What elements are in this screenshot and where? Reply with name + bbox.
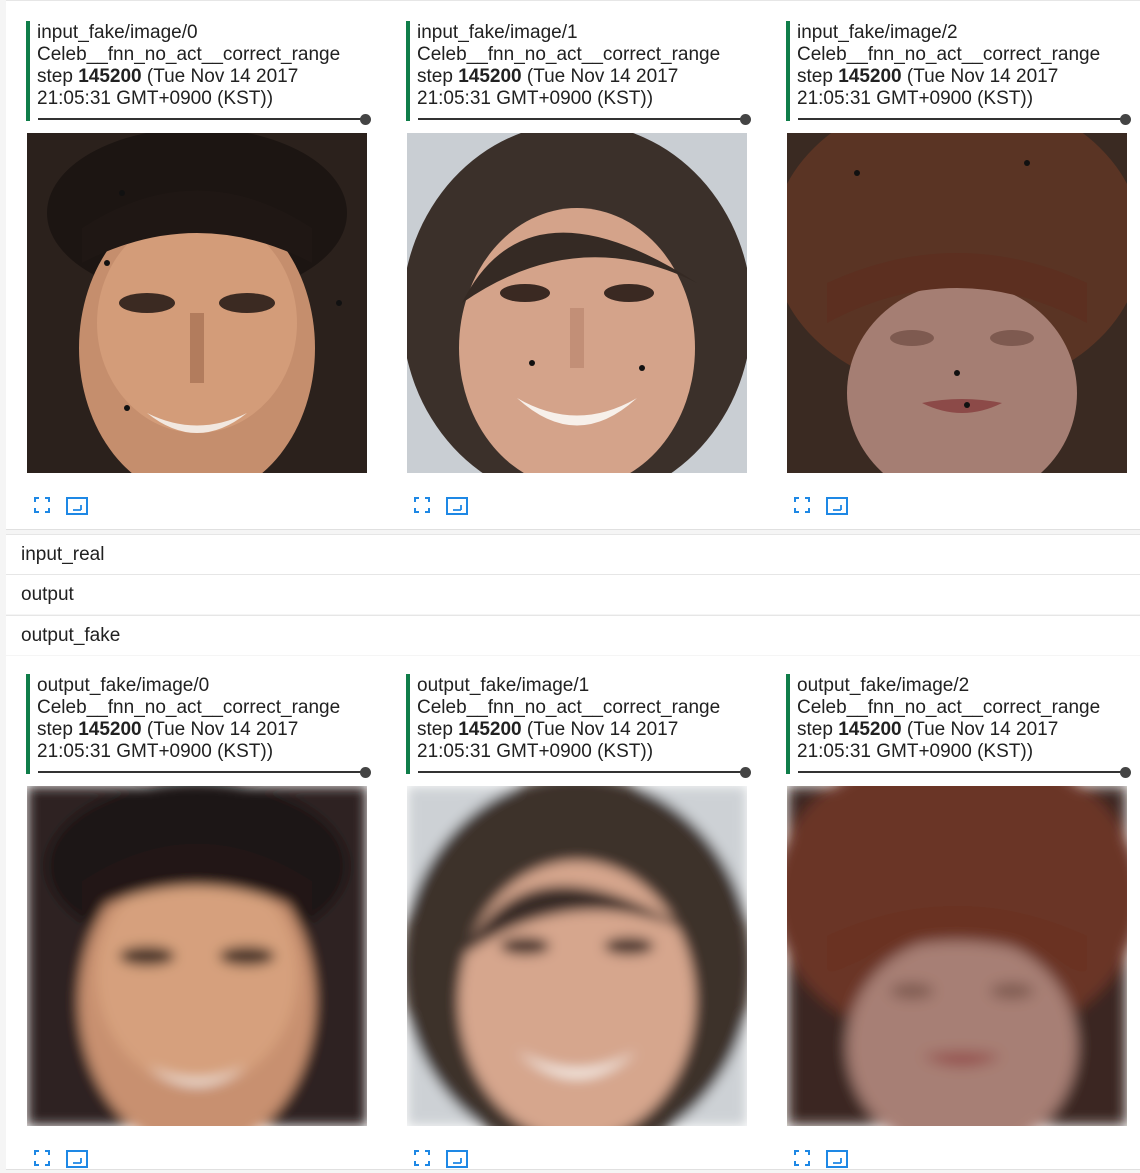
image-pane: input_fake/image/1 Celeb__fnn_no_act__co… [406,21,751,515]
image-pane: output_fake/image/1 Celeb__fnn_no_act__c… [406,674,751,1168]
category-input-real[interactable]: input_real [6,534,1140,574]
step-line: step 145200 (Tue Nov 14 2017 [37,66,299,87]
fullscreen-icon[interactable] [414,497,430,518]
slider-knob[interactable] [1120,767,1131,778]
category-output-fake[interactable]: output_fake [6,615,1140,655]
actual-size-icon[interactable] [826,497,848,520]
step-slider[interactable] [418,767,751,778]
step-line: step 145200 (Tue Nov 14 2017 [417,719,679,740]
step-line: step 145200 (Tue Nov 14 2017 [417,66,679,87]
slider-knob[interactable] [1120,114,1131,125]
fullscreen-icon[interactable] [34,497,50,518]
image-pane: output_fake/image/2 Celeb__fnn_no_act__c… [786,674,1131,1168]
slider-knob[interactable] [360,767,371,778]
input-fake-card: input_fake/image/0 Celeb__fnn_no_act__co… [6,0,1140,530]
step-value: 145200 [78,719,142,740]
slider-knob[interactable] [740,767,751,778]
timestamp: 21:05:31 GMT+0900 (KST)) [37,741,274,762]
face-image [407,133,747,473]
step-value: 145200 [458,66,522,87]
step-line: step 145200 (Tue Nov 14 2017 [797,66,1059,87]
image-tag: output_fake/image/1 [417,675,590,696]
slider-knob[interactable] [740,114,751,125]
image-tag: input_fake/image/2 [797,22,958,43]
run-name: Celeb__fnn_no_act__correct_range [417,697,721,718]
actual-size-icon[interactable] [446,497,468,520]
face-image [27,786,367,1126]
actual-size-icon[interactable] [66,497,88,520]
image-pane-header: input_fake/image/2 Celeb__fnn_no_act__co… [786,21,1131,125]
step-slider[interactable] [798,767,1131,778]
image-pane-header: output_fake/image/2 Celeb__fnn_no_act__c… [786,674,1131,778]
step-value: 145200 [838,66,902,87]
run-name: Celeb__fnn_no_act__correct_range [797,44,1101,65]
timestamp: 21:05:31 GMT+0900 (KST)) [417,88,654,109]
image-pane: input_fake/image/2 Celeb__fnn_no_act__co… [786,21,1131,515]
step-slider[interactable] [38,114,371,125]
run-name: Celeb__fnn_no_act__correct_range [797,697,1101,718]
image-pane-header: output_fake/image/0 Celeb__fnn_no_act__c… [26,674,371,778]
image-pane-header: input_fake/image/0 Celeb__fnn_no_act__co… [26,21,371,125]
face-image [407,786,747,1126]
step-value: 145200 [78,66,142,87]
step-slider[interactable] [418,114,751,125]
run-name: Celeb__fnn_no_act__correct_range [417,44,721,65]
run-name: Celeb__fnn_no_act__correct_range [37,44,341,65]
category-output[interactable]: output [6,574,1140,614]
step-slider[interactable] [38,767,371,778]
face-image [787,133,1127,473]
face-image [27,133,367,473]
image-pane: output_fake/image/0 Celeb__fnn_no_act__c… [26,674,371,1168]
image-pane: input_fake/image/0 Celeb__fnn_no_act__co… [26,21,371,515]
fullscreen-icon[interactable] [34,1150,50,1171]
image-tag: output_fake/image/0 [37,675,210,696]
face-image [787,786,1127,1126]
image-tag: input_fake/image/0 [37,22,198,43]
image-pane-header: output_fake/image/1 Celeb__fnn_no_act__c… [406,674,751,778]
step-slider[interactable] [798,114,1131,125]
timestamp: 21:05:31 GMT+0900 (KST)) [797,741,1034,762]
timestamp: 21:05:31 GMT+0900 (KST)) [37,88,274,109]
output-fake-card: output_fake/image/0 Celeb__fnn_no_act__c… [6,656,1140,1170]
image-tag: input_fake/image/1 [417,22,578,43]
timestamp: 21:05:31 GMT+0900 (KST)) [797,88,1034,109]
run-name: Celeb__fnn_no_act__correct_range [37,697,341,718]
step-value: 145200 [838,719,902,740]
step-line: step 145200 (Tue Nov 14 2017 [797,719,1059,740]
image-tag: output_fake/image/2 [797,675,970,696]
fullscreen-icon[interactable] [794,1150,810,1171]
fullscreen-icon[interactable] [414,1150,430,1171]
timestamp: 21:05:31 GMT+0900 (KST)) [417,741,654,762]
image-pane-header: input_fake/image/1 Celeb__fnn_no_act__co… [406,21,751,125]
fullscreen-icon[interactable] [794,497,810,518]
step-value: 145200 [458,719,522,740]
step-line: step 145200 (Tue Nov 14 2017 [37,719,299,740]
slider-knob[interactable] [360,114,371,125]
